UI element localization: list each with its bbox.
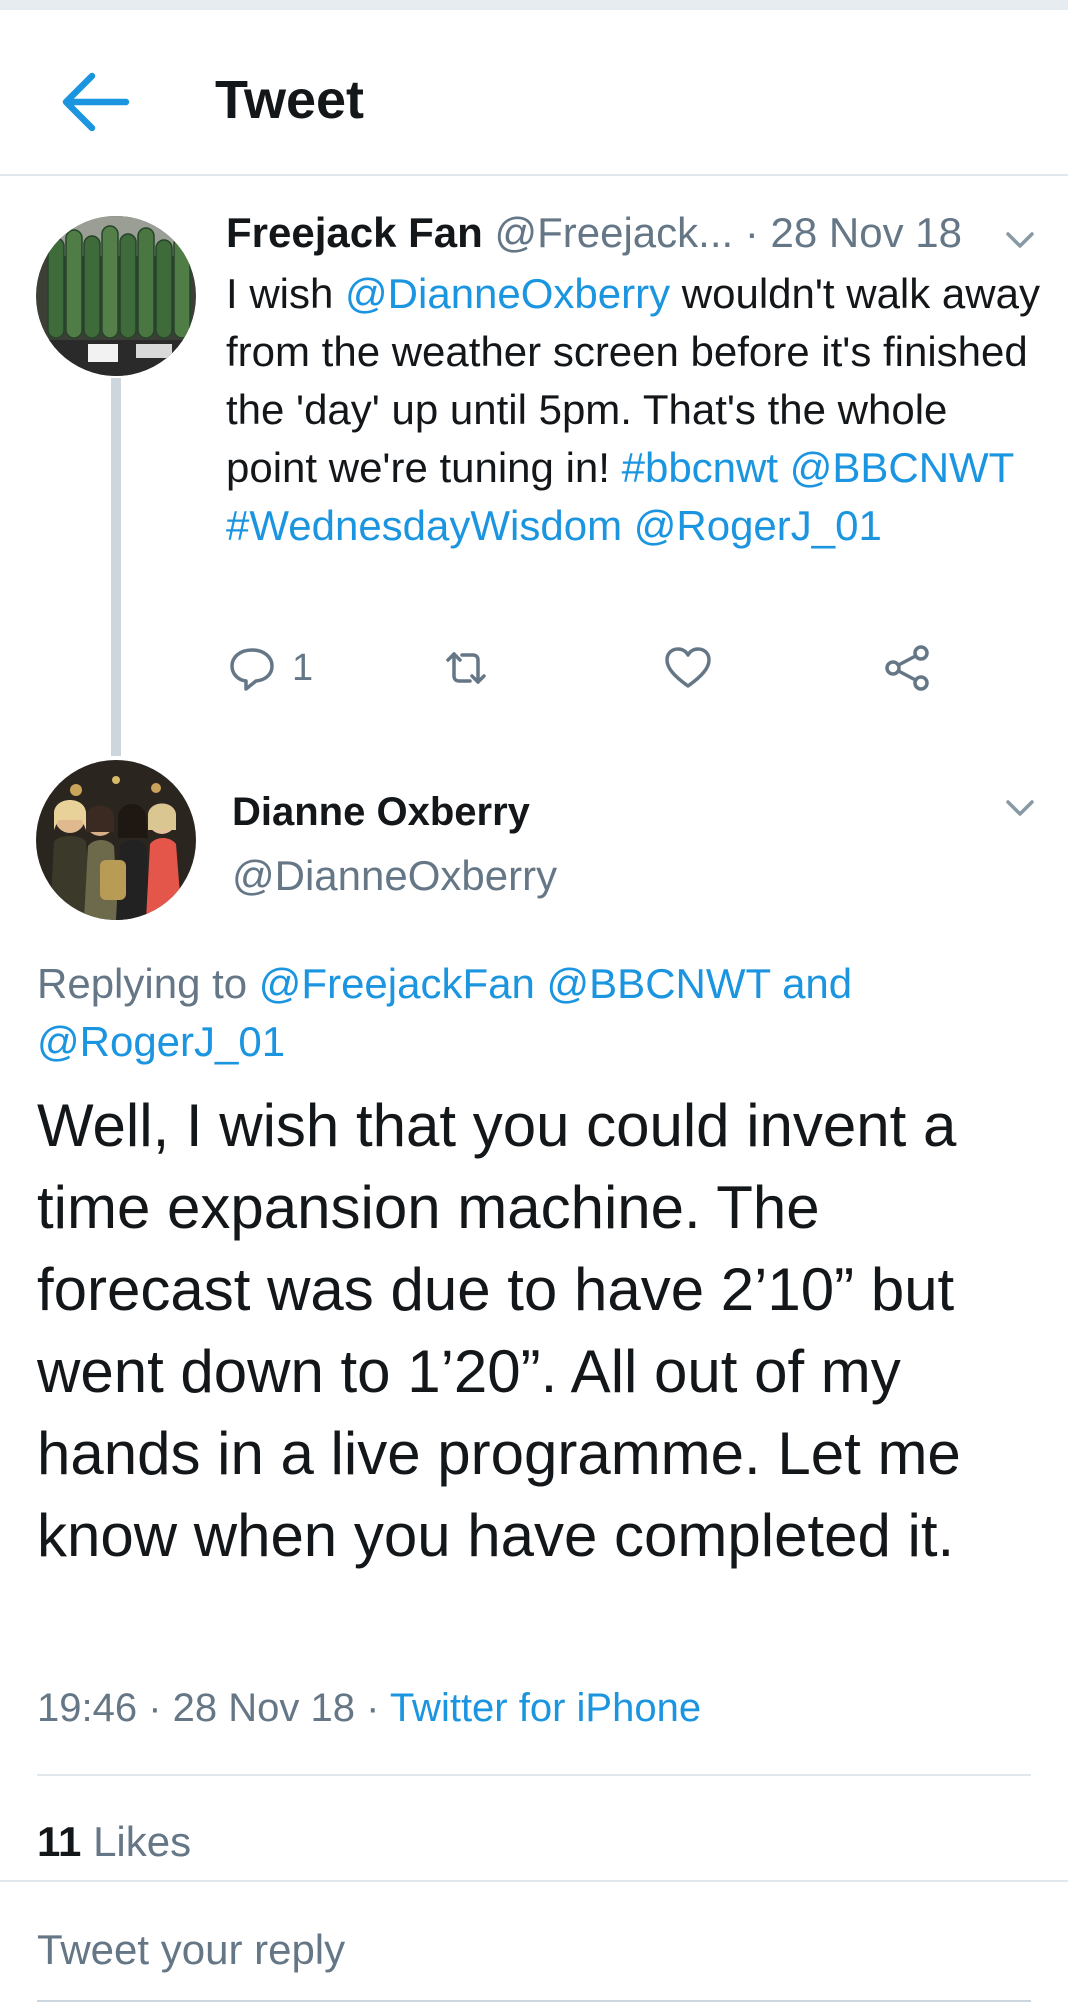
like-button[interactable] [662,640,714,696]
likes-label: Likes [93,1818,192,1865]
tweet2-author-name[interactable]: Dianne Oxberry [232,790,530,835]
meta-separator: · [137,1686,173,1730]
tweet2-menu-button[interactable] [1000,793,1040,823]
replying-to-label: Replying to [37,960,259,1007]
divider [0,1880,1068,1882]
retweet-icon [446,652,486,684]
tweet2-date: 28 Nov 18 [172,1686,355,1730]
freejack-fan-avatar[interactable] [36,216,196,376]
likes-count[interactable]: 11 Likes [37,1818,191,1866]
tweet-reply-input[interactable]: Tweet your reply [37,1926,1031,1996]
reply-and-others[interactable]: and [782,960,852,1007]
avatar-image [36,216,196,376]
tweet1-menu-button[interactable] [1000,225,1040,255]
back-button[interactable] [56,63,134,141]
avatar-image [36,760,196,920]
divider [37,1774,1031,1776]
reply-count: 1 [292,646,314,689]
tweet2-time: 19:46 [37,1686,138,1730]
tweet1-header: Freejack Fan @Freejack... · 28 Nov 18 [226,208,962,258]
page-title: Tweet [215,70,365,130]
hashtag-wednesdaywisdom[interactable]: #WednesdayWisdom [226,502,622,549]
tweet1-date[interactable]: 28 Nov 18 [771,209,962,256]
tweet2-text: Well, I wish that you could invent a tim… [37,1092,961,1569]
tweet1-text-part: I wish [226,270,346,317]
arrow-left-icon [62,72,130,132]
status-strip [0,0,1068,10]
mention-rogerj01[interactable]: @RogerJ_01 [634,502,882,549]
chevron-down-icon [1006,800,1034,816]
like-icon [665,647,711,688]
reply-mention-freejackfan[interactable]: @FreejackFan [259,960,535,1007]
tweet2-meta: 19:46 · 28 Nov 18 · Twitter for iPhone [37,1686,701,1731]
tweet1-author-handle[interactable]: @Freejack... [494,209,733,256]
tweet-source-link[interactable]: Twitter for iPhone [390,1686,701,1730]
thread-connector-line [111,378,121,756]
meta-separator: · [355,1686,390,1730]
reply-input-underline [37,2000,1031,2002]
retweet-button[interactable] [440,640,492,696]
reply-button[interactable]: 1 [226,640,313,696]
tweet1-separator: · [744,209,759,256]
share-icon [885,645,929,691]
dianne-oxberry-avatar[interactable] [36,760,196,920]
tweet-detail-page: Tweet Freejack Fan @Freejack... · 28 Nov… [0,0,1068,2015]
reply-mention-bbcnwt[interactable]: @BBCNWT [547,960,771,1007]
mention-dianneoxberry[interactable]: @DianneOxberry [345,270,670,317]
hashtag-bbcnwt[interactable]: #bbcnwt [622,444,778,491]
app-header: Tweet [0,10,1068,176]
chevron-down-icon [1006,232,1034,248]
reply-icon [230,648,274,691]
likes-number: 11 [37,1818,82,1865]
reply-mention-rogerj01[interactable]: @RogerJ_01 [37,1018,285,1065]
share-button[interactable] [882,640,934,696]
mention-bbcnwt[interactable]: @BBCNWT [790,444,1014,491]
tweet1-author-name[interactable]: Freejack Fan [226,209,483,256]
tweet1-text: I wish @DianneOxberry wouldn't walk away… [226,265,1046,555]
tweet2-author-handle[interactable]: @DianneOxberry [232,852,557,900]
replying-to: Replying to @FreejackFan @BBCNWT and @Ro… [37,955,1037,1071]
tweet1-actions: 1 [226,640,986,696]
